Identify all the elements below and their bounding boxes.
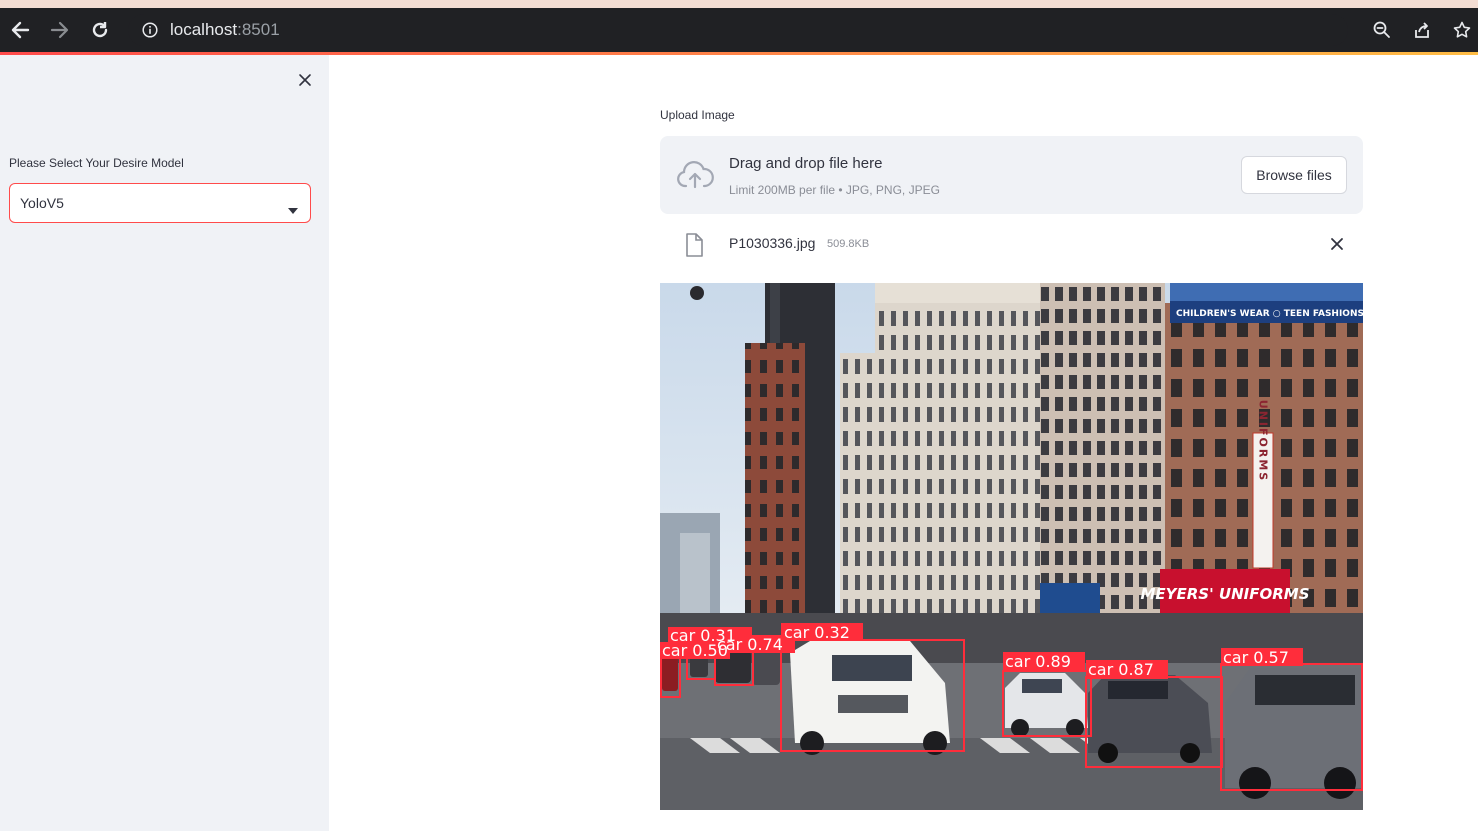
store-sign: MEYERS' UNIFORMS (1140, 585, 1309, 603)
close-sidebar-icon[interactable] (294, 69, 316, 91)
url-host: localhost (170, 20, 238, 39)
uploaded-file-row: P1030336.jpg 509.8KB (660, 226, 1363, 262)
address-bar[interactable]: localhost:8501 (128, 14, 1348, 46)
file-size: 509.8KB (827, 238, 870, 250)
detection-result-image: CHILDREN'S WEAR ○ TEEN FASHIONS ○ S UNIF… (660, 283, 1363, 810)
share-icon[interactable] (1410, 18, 1434, 42)
remove-file-icon[interactable] (1326, 233, 1348, 255)
vertical-uniforms-sign: UNIFORMS (1257, 400, 1270, 482)
star-icon[interactable] (1450, 18, 1474, 42)
dropzone-limit: Limit 200MB per file • JPG, PNG, JPEG (729, 183, 940, 197)
browser-toolbar: localhost:8501 (0, 8, 1478, 55)
sidebar: Please Select Your Desire Model YoloV5 (0, 55, 329, 831)
detection-label: car 0.32 (784, 623, 850, 642)
upload-label: Upload Image (660, 108, 735, 122)
model-select-label: Please Select Your Desire Model (9, 156, 184, 170)
billboard-text: CHILDREN'S WEAR ○ TEEN FASHIONS ○ S (1176, 309, 1363, 319)
detection-label: car 0.87 (1088, 660, 1154, 679)
tab-strip-edge (0, 0, 1478, 8)
zoom-icon[interactable] (1370, 18, 1394, 42)
forward-arrow-icon[interactable] (48, 18, 72, 42)
chevron-down-icon (288, 201, 298, 219)
file-dropzone[interactable]: Drag and drop file here Limit 200MB per … (660, 136, 1363, 214)
url-port: :8501 (237, 20, 280, 39)
reload-icon[interactable] (88, 18, 112, 42)
detection-label: car 0.57 (1223, 648, 1289, 667)
browse-files-button[interactable]: Browse files (1241, 156, 1347, 194)
street-scene: CHILDREN'S WEAR ○ TEEN FASHIONS ○ S UNIF… (660, 283, 1363, 810)
file-icon (684, 233, 704, 262)
detection-label: car 0.89 (1005, 652, 1071, 671)
info-icon[interactable] (142, 22, 158, 43)
back-arrow-icon[interactable] (8, 18, 32, 42)
detection-label: car 0.74 (717, 635, 783, 654)
dropzone-title: Drag and drop file here (729, 155, 883, 172)
file-name: P1030336.jpg (729, 235, 816, 251)
cloud-upload-icon (676, 160, 714, 195)
model-select[interactable]: YoloV5 (9, 183, 311, 223)
url-text: localhost:8501 (170, 20, 280, 40)
model-select-value: YoloV5 (20, 195, 64, 211)
